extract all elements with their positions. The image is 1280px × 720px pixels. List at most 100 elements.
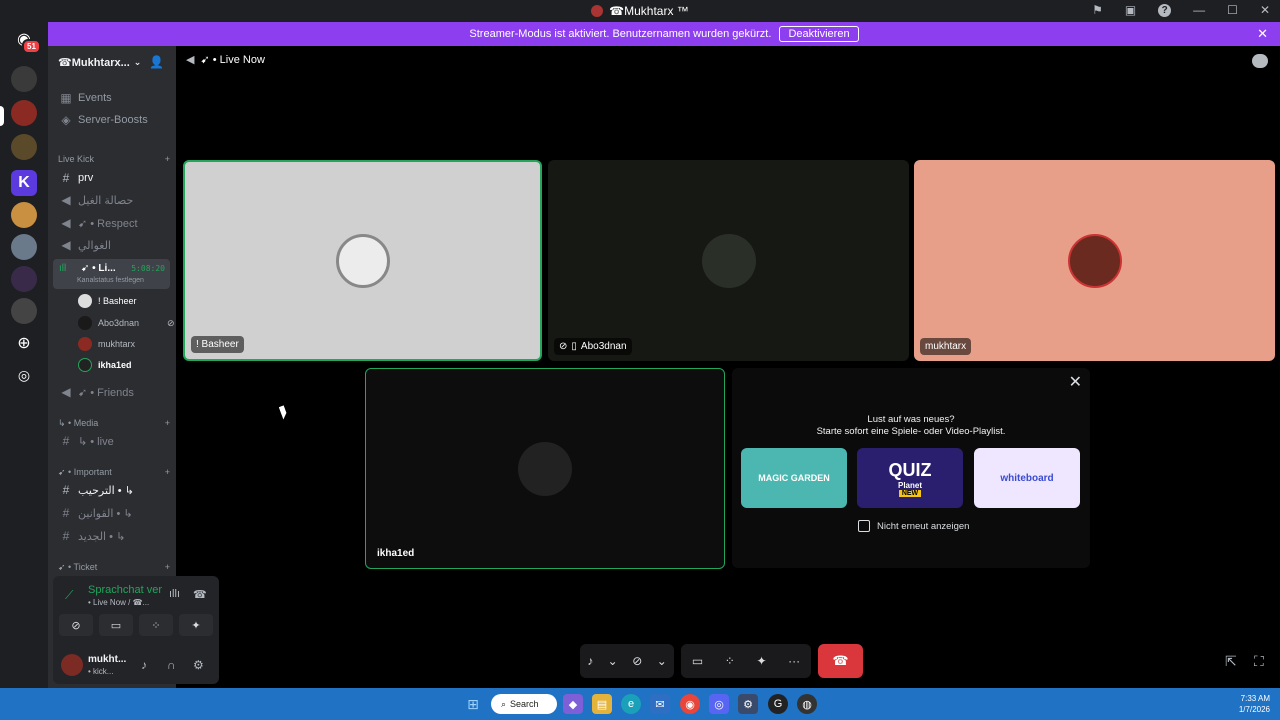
help-icon[interactable]: ?: [1158, 3, 1172, 17]
tile-ikhaled[interactable]: ikha1ed: [365, 368, 725, 569]
activity-magic-garden[interactable]: MAGIC GARDEN: [741, 448, 847, 508]
noise-icon[interactable]: ıllı: [169, 588, 180, 600]
banner-close-icon[interactable]: ✕: [1257, 26, 1268, 42]
category-important[interactable]: ➹ • Important +: [58, 467, 170, 478]
server-folder2-icon[interactable]: [11, 134, 37, 160]
more-icon[interactable]: ···: [788, 654, 800, 668]
close-window-button[interactable]: ✕: [1260, 3, 1270, 17]
speaker-icon: ◀: [61, 238, 71, 252]
server-rail: ◉ 51 K ⊕ ◎: [0, 22, 48, 688]
add-channel-icon[interactable]: +: [165, 467, 170, 478]
add-server-icon[interactable]: ⊕: [11, 330, 37, 356]
new-badge: NEW: [898, 489, 922, 497]
voice-status-sub[interactable]: • Live Now / ☎...: [88, 598, 149, 607]
chat-bubble-icon[interactable]: [1252, 54, 1268, 68]
microphone-icon[interactable]: ♪: [141, 658, 147, 672]
microphone-icon[interactable]: ♪: [587, 654, 593, 668]
events-item[interactable]: ▦ Events: [56, 88, 174, 108]
headphones-icon[interactable]: ∩: [167, 658, 176, 672]
boosts-item[interactable]: ◈ Server-Boosts: [56, 110, 174, 130]
file-explorer-icon[interactable]: ▤: [592, 694, 612, 714]
taskbar-search[interactable]: ⌕ Search: [491, 694, 557, 714]
add-channel-icon[interactable]: +: [165, 418, 170, 429]
popout-icon[interactable]: ⇱: [1225, 653, 1237, 670]
channel-respect[interactable]: ◀ ➹ • Respect: [56, 213, 174, 233]
dont-show-again[interactable]: Nicht erneut anzeigen: [858, 520, 969, 532]
discord-icon[interactable]: ◎: [709, 694, 729, 714]
voice-user-basheer[interactable]: ! Basheer: [78, 292, 137, 310]
checkbox[interactable]: [858, 520, 870, 532]
tile-basheer[interactable]: ! Basheer: [183, 160, 542, 361]
speaker-icon: ◀: [61, 193, 71, 207]
screen-share-icon[interactable]: ▭: [692, 654, 703, 668]
camera-off-icon[interactable]: ⊘: [632, 654, 642, 668]
channel-status[interactable]: Kanalstatus festlegen: [77, 277, 144, 284]
github-icon[interactable]: G: [768, 694, 788, 714]
channel-friends[interactable]: ◀ ➹ • Friends: [56, 382, 174, 402]
edge-icon[interactable]: e: [621, 694, 641, 714]
flag-icon[interactable]: ⚑: [1092, 3, 1103, 17]
maximize-button[interactable]: ☐: [1227, 3, 1238, 17]
voice-user-abo3dnan[interactable]: Abo3dnan ⊘: [78, 314, 175, 332]
mail-icon[interactable]: ✉: [650, 694, 670, 714]
channel-welcome[interactable]: # الترحيب • ↳: [56, 480, 174, 500]
invite-icon[interactable]: 👤: [149, 55, 164, 69]
activities-button[interactable]: ⁘: [139, 614, 173, 636]
camera-toggle-button[interactable]: ⊘: [59, 614, 93, 636]
server-folder-icon[interactable]: [11, 66, 37, 92]
channel-prv[interactable]: # prv: [56, 168, 174, 188]
server-dark-icon[interactable]: [11, 266, 37, 292]
promo-close-icon[interactable]: ✕: [1069, 372, 1082, 392]
server-kick-icon[interactable]: K: [11, 170, 37, 196]
channel-new[interactable]: # الجديد • ↳: [56, 526, 174, 546]
windows-start-icon[interactable]: ⊞: [463, 694, 483, 714]
chevron-down-icon[interactable]: ⌄: [657, 654, 667, 668]
steam-icon[interactable]: ⚙: [738, 694, 758, 714]
username[interactable]: mukht...: [88, 654, 126, 665]
activities-icon[interactable]: ⁘: [725, 654, 735, 668]
add-channel-icon[interactable]: +: [165, 154, 170, 164]
app-icon[interactable]: ◍: [797, 694, 817, 714]
category-live-kick[interactable]: Live Kick +: [58, 154, 170, 164]
add-channel-icon[interactable]: +: [165, 562, 170, 573]
channel-live[interactable]: # ↳ • live: [56, 431, 174, 451]
explore-icon[interactable]: ◎: [11, 362, 37, 388]
category-media[interactable]: ↳ • Media +: [58, 418, 170, 429]
server-mukhtarx-icon[interactable]: [11, 100, 37, 126]
avatar: [518, 441, 572, 496]
voice-status-title[interactable]: Sprachchat ver: [88, 584, 162, 596]
system-clock[interactable]: 7:33 AM 1/7/2026: [1239, 693, 1270, 715]
channel-rules[interactable]: # القوانين • ↳: [56, 503, 174, 523]
soundboard-button[interactable]: ✦: [179, 614, 213, 636]
server-mono-icon[interactable]: [11, 298, 37, 324]
tile-mukhtarx[interactable]: mukhtarx: [914, 160, 1275, 361]
deactivate-button[interactable]: Deaktivieren: [779, 26, 859, 42]
channel-live-now[interactable]: ıll ➹ • Li... 5:08:20 Kanalstatus festle…: [53, 259, 170, 289]
voice-user-mukhtarx[interactable]: mukhtarx: [78, 335, 135, 353]
disconnect-icon[interactable]: ☎: [193, 588, 207, 601]
settings-gear-icon[interactable]: ⚙: [193, 658, 204, 672]
hash-icon: #: [62, 506, 70, 520]
channel-sidebar: ☎Mukhtarx... ⌄ 👤 ▦ Events ◈ Server-Boosts …: [48, 46, 219, 688]
soundboard-icon[interactable]: ✦: [756, 654, 766, 668]
channel-arabic1[interactable]: ◀ حصالة الغيل: [56, 190, 174, 210]
channel-arabic2[interactable]: ◀ الغوالي: [56, 235, 174, 255]
minimize-button[interactable]: —: [1193, 3, 1205, 17]
server-header[interactable]: ☎Mukhtarx... ⌄ 👤: [48, 46, 176, 78]
inbox-icon[interactable]: ▣: [1125, 3, 1136, 17]
activity-whiteboard[interactable]: whiteboard: [974, 448, 1080, 508]
leave-call-button[interactable]: ☎: [818, 644, 863, 678]
fullscreen-icon[interactable]: ⛶: [1254, 653, 1264, 670]
chevron-down-icon[interactable]: ⌄: [608, 654, 618, 668]
server-gray-icon[interactable]: [11, 234, 37, 260]
category-ticket[interactable]: ➹ • Ticket +: [58, 562, 170, 573]
chrome-icon[interactable]: ◉: [680, 694, 700, 714]
avatar[interactable]: [61, 654, 83, 676]
user-area: mukht... • kick... ♪ ∩ ⚙: [53, 648, 219, 684]
screen-share-button[interactable]: ▭: [99, 614, 133, 636]
activity-quiz-planet[interactable]: QUIZ Planet NEW: [857, 448, 963, 508]
server-anime-icon[interactable]: [11, 202, 37, 228]
copilot-icon[interactable]: ◆: [563, 694, 583, 714]
voice-user-ikhaled[interactable]: ikha1ed: [78, 356, 132, 374]
tile-abo3dnan[interactable]: ⊘ ▯ Abo3dnan: [548, 160, 909, 361]
